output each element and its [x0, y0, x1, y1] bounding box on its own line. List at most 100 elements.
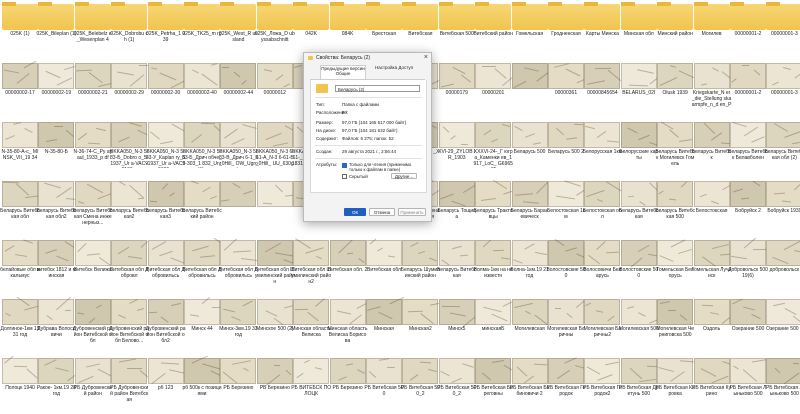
file-item[interactable]: 00000845654	[582, 61, 622, 109]
file-item[interactable]: Гомельская Лучинск	[692, 238, 732, 286]
file-item[interactable]: Витебская обл. 2	[328, 238, 368, 286]
file-item[interactable]: Витебский район	[473, 2, 513, 50]
file-item[interactable]: РБ Витебская Каровка	[655, 356, 696, 404]
file-item[interactable]: Минск-3км.19 33 год	[218, 297, 258, 345]
file-item[interactable]: Озерание 500	[728, 297, 768, 345]
file-item[interactable]: Гродненская	[546, 2, 586, 50]
file-item[interactable]: BKKA050_N-3 6-61-А_N-3 6-61-Б_0Hill_ UU_…	[255, 120, 295, 168]
file-item[interactable]: РБ Витебская Лыньково 500	[764, 356, 800, 404]
file-item[interactable]: Беларусь 500 2	[546, 120, 586, 168]
file-item[interactable]: N-35-80-Б	[36, 120, 76, 168]
file-item[interactable]: Могилевская 500	[619, 297, 659, 345]
file-item[interactable]: РБ Дубровенский район Витебская	[109, 356, 150, 404]
file-item[interactable]: 025K_TK25_m rg	[182, 2, 222, 50]
file-item[interactable]: 025K_Dobrobu ch (1)	[109, 2, 149, 50]
file-item[interactable]: Озерание 500 2	[764, 297, 800, 345]
file-item[interactable]: Витебск Велижа	[73, 238, 113, 286]
file-item[interactable]: 00000002-30	[146, 61, 186, 109]
file-item[interactable]: 025K_West_R ussland	[218, 2, 258, 50]
file-item[interactable]: Дубрава Волосовичи	[36, 297, 76, 345]
file-item[interactable]: N-35-80-А-с_ MINSK_VII_19 34	[0, 120, 40, 168]
file-item[interactable]: Беларусь Витебск Белавболен	[728, 120, 768, 168]
file-item[interactable]: Беларусь Витебская обл	[0, 179, 40, 227]
file-item[interactable]: Волна-1км.19 21 год	[510, 238, 550, 286]
close-icon[interactable]: ×	[424, 54, 428, 62]
file-item[interactable]: 00000002-17	[0, 61, 40, 109]
file-item[interactable]: Беларусь Витебская 500	[655, 179, 695, 227]
file-item[interactable]: BELARUS_02I	[619, 61, 659, 109]
hidden-checkbox[interactable]	[342, 174, 347, 179]
file-item[interactable]: Беларусь Витебская2	[109, 179, 149, 227]
file-item[interactable]: Минск 44	[182, 297, 222, 345]
file-item[interactable]: Витебская обл Добровильсь	[182, 238, 222, 286]
file-item[interactable]: Минская область Велиска Борисова	[328, 297, 368, 345]
file-item[interactable]	[218, 179, 258, 227]
readonly-checkbox[interactable]	[342, 163, 347, 168]
tab-general[interactable]: Предыдущие версии Общие	[320, 65, 366, 79]
file-item[interactable]: добровольск	[764, 238, 800, 286]
file-item[interactable]: 025K_Petrha_1 939	[146, 2, 186, 50]
file-item[interactable]: Витебская обл Добровл	[109, 238, 150, 286]
cancel-button[interactable]: Отмена	[369, 208, 395, 216]
file-item[interactable]: Могилевская Баричны	[546, 297, 586, 345]
file-item[interactable]: Белорусские карты	[619, 120, 659, 168]
file-item[interactable]: Беларусь Витебская обл (2)	[764, 120, 800, 168]
apply-button[interactable]: Применить	[398, 208, 426, 216]
file-item[interactable]: Витебская обл	[364, 238, 404, 286]
file-item[interactable]: РБ Витебская Бабиновичи 2	[510, 356, 550, 404]
file-item[interactable]: Витебская обл Шумилинский район	[255, 238, 295, 286]
file-item[interactable]: Волосовичи Беларусь	[582, 238, 622, 286]
file-item[interactable]: 00000001-3	[764, 61, 800, 109]
file-item[interactable]: рб 500к с позициями	[182, 356, 222, 404]
file-item[interactable]: Могилевская Баричны2	[582, 297, 622, 345]
file-item[interactable]: Беларусь Шумилинский район	[400, 238, 440, 286]
file-item[interactable]	[255, 179, 295, 227]
file-item[interactable]: Могилев	[692, 2, 732, 50]
file-item[interactable]: Витебская обл Добровильсь	[146, 238, 186, 286]
file-item[interactable]: 00000012	[255, 61, 295, 109]
file-item[interactable]: РБ Березино	[218, 356, 258, 404]
file-item[interactable]: Дубровенский район Витебской обл	[73, 297, 113, 345]
file-item[interactable]: Оздоль	[692, 297, 732, 345]
file-item[interactable]: рб 123	[146, 356, 186, 404]
file-item[interactable]: Могилевская Черниговска 500	[655, 297, 695, 345]
file-item[interactable]: 00000001-2	[728, 61, 768, 109]
file-item[interactable]: Бобруйск 2	[728, 179, 768, 227]
file-item[interactable]: Белостокская обл	[582, 179, 623, 227]
file-item[interactable]: 00000001-3	[764, 2, 800, 50]
file-item[interactable]: 025K (1)	[0, 2, 40, 50]
file-item[interactable]: РБ Витебская Лыньково 500	[728, 356, 768, 404]
file-item[interactable]: Добровольск 500 19(6)	[728, 238, 768, 286]
file-item[interactable]: РБ Витебская 500	[364, 356, 404, 404]
file-item[interactable]: Kriegskarte_N er_die_Stellung skaarmpfe_…	[692, 61, 732, 109]
file-item[interactable]: РБ Березино	[328, 356, 368, 404]
file-item[interactable]: Долгиное-1км 1931 год	[0, 297, 40, 345]
file-item[interactable]: Беларусь 500	[510, 120, 550, 168]
file-item[interactable]: РБ Витебская Городок	[546, 356, 586, 404]
file-item[interactable]: Карты Минска	[582, 2, 622, 50]
file-item[interactable]: 025K_Belebelz e_Wesenplan 4	[73, 2, 113, 50]
file-item[interactable]: Беларусь Трактовцы	[473, 179, 514, 227]
file-item[interactable]: витебск 1812 и минская	[36, 238, 76, 286]
file-item[interactable]: 00000001-2	[728, 2, 768, 50]
file-item[interactable]: Беларусь Витебск	[692, 120, 732, 168]
file-item[interactable]: 00000201	[473, 61, 513, 109]
file-item[interactable]: Беларусь Витебская	[437, 238, 477, 286]
file-item[interactable]: Беларусь Витебская3	[146, 179, 186, 227]
file-item[interactable]: Беларусь Витебская Смена инженерныз...	[73, 179, 113, 227]
file-item[interactable]: 00000002-40	[182, 61, 222, 109]
file-item[interactable]: РБ ВИТЕБСК ПОЛОЦК	[291, 356, 331, 404]
file-item[interactable]: Минская2	[400, 297, 441, 345]
file-item[interactable]: Белорусская 1км	[582, 120, 622, 168]
file-item[interactable]: Витебская обл Добровильсь	[218, 238, 258, 286]
file-item[interactable]: РБ Витебская Береговны	[473, 356, 514, 404]
file-item[interactable]: Минский район	[655, 2, 695, 50]
file-item[interactable]: Гомельская Белорусь	[655, 238, 695, 286]
advanced-button[interactable]: Другие...	[391, 173, 417, 179]
file-item[interactable]: Дубровенский район Витебской обл2	[146, 297, 186, 345]
file-item[interactable]: 025K_Ложа_D ubyssabschnitt	[255, 2, 295, 50]
file-item[interactable]: РБ Витебская 500_2	[437, 356, 477, 404]
file-item[interactable]: РБ Березино	[255, 356, 295, 404]
folder-name-field[interactable]: Беларусь (2)	[335, 85, 420, 92]
tab-sharing[interactable]: Настройка Доступ	[372, 65, 416, 78]
